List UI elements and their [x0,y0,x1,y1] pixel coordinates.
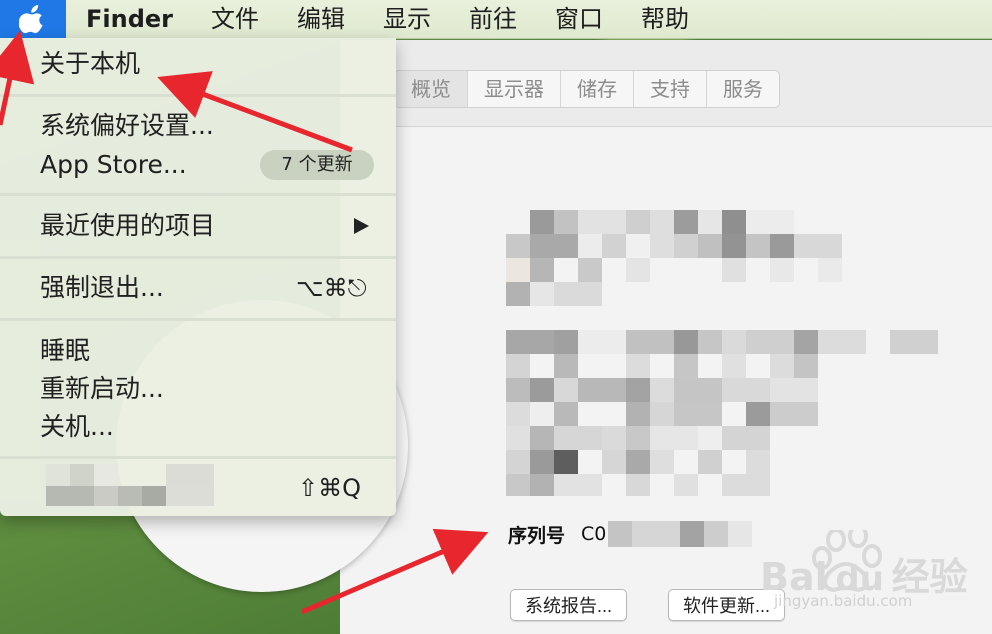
menu-separator [0,456,396,459]
serial-number-value: C0 [581,523,607,545]
window-toolbar: 概览 显示器 储存 支持 服务 [340,40,992,127]
menubar-app-name[interactable]: Finder [66,0,192,38]
tab-bar: 概览 显示器 储存 支持 服务 [394,70,780,108]
watermark-url: jingyan.baidu.com [774,592,913,610]
menu-item-shut-down[interactable]: 关机... [40,410,114,444]
serial-number-redacted [608,521,753,547]
tab-overview[interactable]: 概览 [395,71,468,107]
serial-number-label: 序列号 [508,524,566,547]
app-store-update-badge: 7 个更新 [260,150,374,180]
apple-menu-button[interactable] [0,0,66,38]
menu-item-sleep[interactable]: 睡眠 [40,334,90,368]
menu-item-restart[interactable]: 重新启动... [40,372,164,406]
menu-item-app-store[interactable]: App Store... [40,148,187,182]
menubar-item-help[interactable]: 帮助 [622,0,708,38]
tab-support[interactable]: 支持 [634,71,707,107]
menu-separator [0,193,396,196]
menu-separator [0,94,396,97]
force-quit-shortcut: ⌥⌘⎋ [296,274,367,302]
menubar-item-view[interactable]: 显示 [364,0,450,38]
apple-dropdown-menu: 关于本机 系统偏好设置... App Store... 7 个更新 最近使用的项… [0,38,396,516]
menu-separator [0,256,396,259]
baidu-jingyan-watermark: Bai du 经验 jingyan.baidu.com [760,524,990,630]
menu-item-recent-items[interactable]: 最近使用的项目 [40,209,215,243]
tab-storage[interactable]: 储存 [561,71,634,107]
menubar-item-window[interactable]: 窗口 [536,0,622,38]
menu-bar: Finder 文件 编辑 显示 前往 窗口 帮助 [0,0,992,39]
menubar-item-go[interactable]: 前往 [450,0,536,38]
menu-item-force-quit[interactable]: 强制退出... [40,271,164,305]
tab-displays[interactable]: 显示器 [468,71,561,107]
submenu-arrow-icon [354,218,369,234]
menu-item-about-this-mac[interactable]: 关于本机 [40,47,140,81]
serial-number-row: 序列号 C0 [508,520,753,548]
system-report-button[interactable]: 系统报告... [510,589,628,621]
tab-service[interactable]: 服务 [707,71,779,107]
log-out-shortcut: ⇧⌘Q [298,474,361,502]
menu-item-system-preferences[interactable]: 系统偏好设置... [40,109,214,143]
menu-separator [0,318,396,321]
menubar-item-file[interactable]: 文件 [192,0,278,38]
menubar-item-edit[interactable]: 编辑 [278,0,364,38]
apple-logo-icon [19,5,43,34]
